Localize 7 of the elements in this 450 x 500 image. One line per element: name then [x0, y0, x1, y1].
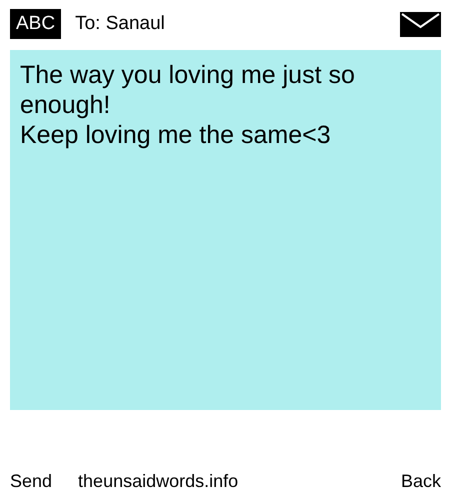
envelope-icon[interactable]	[400, 12, 441, 36]
back-link[interactable]: Back	[400, 470, 441, 492]
recipient-label: To: Sanaul	[75, 13, 166, 35]
input-mode-badge: ABC	[10, 9, 62, 39]
site-url: theunsaidwords.info	[78, 470, 238, 492]
message-text: The way you loving me just so enough! Keep loving me the same<3	[10, 50, 441, 410]
send-link[interactable]: Send	[10, 470, 52, 492]
